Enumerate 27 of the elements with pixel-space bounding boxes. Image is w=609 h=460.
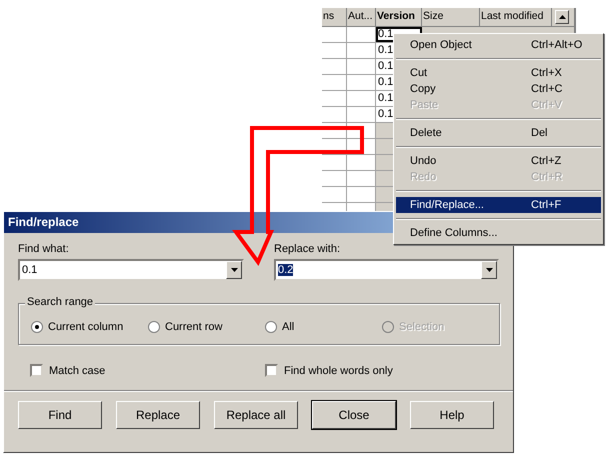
checkbox[interactable]: Find whole words only bbox=[265, 364, 500, 377]
dialog-button[interactable]: Close bbox=[312, 401, 396, 429]
menu-item[interactable]: Undo Ctrl+Z bbox=[396, 153, 601, 169]
radio-option[interactable]: Current row bbox=[148, 321, 265, 333]
dialog-button[interactable]: Find bbox=[18, 401, 102, 429]
menu-item[interactable]: Find/Replace... Ctrl+F bbox=[396, 197, 601, 213]
field-label: Replace with: bbox=[274, 243, 342, 255]
column-header[interactable]: ns bbox=[322, 8, 347, 26]
radio-option[interactable]: Current column bbox=[31, 321, 148, 333]
find-what-combobox[interactable]: 0.1 bbox=[18, 259, 244, 281]
dialog-button[interactable]: Replace all bbox=[214, 401, 298, 429]
replace-with-combobox[interactable]: 0.2 bbox=[274, 259, 499, 281]
dialog-button[interactable]: Help bbox=[410, 401, 494, 429]
checkbox[interactable]: Match case bbox=[30, 364, 265, 377]
column-header[interactable]: Last modified bbox=[480, 8, 552, 26]
up-arrow-icon bbox=[558, 15, 566, 19]
column-header[interactable]: Size bbox=[422, 8, 480, 26]
radio-option[interactable]: All bbox=[265, 321, 382, 333]
dropdown-icon[interactable] bbox=[226, 261, 242, 279]
dropdown-icon[interactable] bbox=[481, 261, 497, 279]
group-label: Search range bbox=[25, 296, 96, 308]
column-header[interactable]: Version bbox=[376, 8, 422, 26]
menu-item[interactable]: Delete Del bbox=[396, 125, 601, 141]
column-header[interactable]: Aut... bbox=[347, 8, 376, 26]
scroll-up-button[interactable] bbox=[555, 10, 569, 24]
dialog-button[interactable]: Replace bbox=[116, 401, 200, 429]
field-label: Find what: bbox=[18, 243, 70, 255]
